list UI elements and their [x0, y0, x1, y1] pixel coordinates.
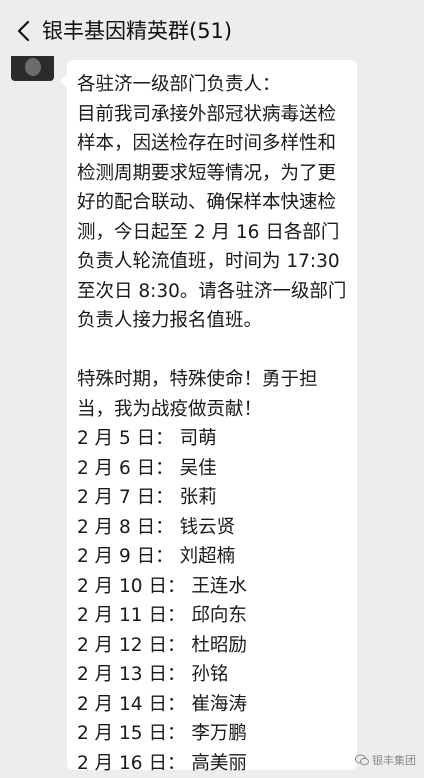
chat-title[interactable]: 银丰基因精英群(51): [42, 14, 232, 48]
message-line: 检测周期要求短等情况，为了更: [77, 159, 357, 189]
message-line: 当，我为战疫做贡献！: [77, 395, 357, 425]
duty-roster: 2 月 5 日： 司萌 2 月 6 日： 吴佳 2 月 7 日： 张莉 2 月 …: [77, 424, 357, 778]
roster-entry: 2 月 7 日： 张莉: [77, 483, 357, 513]
roster-entry: 2 月 15 日： 李万鹏: [77, 719, 357, 749]
message-line: 负责人接力报名值班。: [77, 306, 357, 336]
roster-entry: 2 月 13 日： 孙铭: [77, 660, 357, 690]
message-line: 样本，因送检存在时间多样性和: [77, 129, 357, 159]
roster-entry: 2 月 10 日： 王连水: [77, 572, 357, 602]
message-line: 测，今日起至 2 月 16 日各部门: [77, 218, 357, 248]
message-line: 各驻济一级部门负责人：: [77, 70, 357, 100]
watermark: 银丰集团: [355, 752, 416, 768]
roster-entry: 2 月 11 日： 邱向东: [77, 601, 357, 631]
message-paragraph-2: 特殊时期，特殊使命！勇于担 当，我为战疫做贡献！: [77, 365, 357, 424]
message-paragraph-1: 各驻济一级部门负责人： 目前我司承接外部冠状病毒送检 样本，因送检存在时间多样性…: [77, 70, 357, 336]
paragraph-gap: [77, 336, 357, 366]
roster-entry: 2 月 6 日： 吴佳: [77, 454, 357, 484]
message-bubble[interactable]: 各驻济一级部门负责人： 目前我司承接外部冠状病毒送检 样本，因送检存在时间多样性…: [67, 60, 357, 770]
message-line: 特殊时期，特殊使命！勇于担: [77, 365, 357, 395]
roster-entry: 2 月 9 日： 刘超楠: [77, 542, 357, 572]
sender-avatar[interactable]: [11, 56, 54, 81]
message-line: 负责人轮流值班，时间为 17:30: [77, 247, 357, 277]
roster-entry: 2 月 14 日： 崔海涛: [77, 690, 357, 720]
roster-entry: 2 月 16 日： 高美丽: [77, 749, 357, 778]
chevron-left-icon: [16, 20, 30, 42]
wechat-icon: [355, 754, 369, 766]
message-line: 好的配合联动、确保样本快速检: [77, 188, 357, 218]
roster-entry: 2 月 12 日： 杜昭励: [77, 631, 357, 661]
back-button[interactable]: [8, 14, 38, 48]
chat-header: 银丰基因精英群(51): [0, 0, 424, 60]
message-line: 至次日 8:30。请各驻济一级部门: [77, 277, 357, 307]
roster-entry: 2 月 8 日： 钱云贤: [77, 513, 357, 543]
message-line: 目前我司承接外部冠状病毒送检: [77, 100, 357, 130]
roster-entry: 2 月 5 日： 司萌: [77, 424, 357, 454]
watermark-text: 银丰集团: [372, 752, 416, 768]
